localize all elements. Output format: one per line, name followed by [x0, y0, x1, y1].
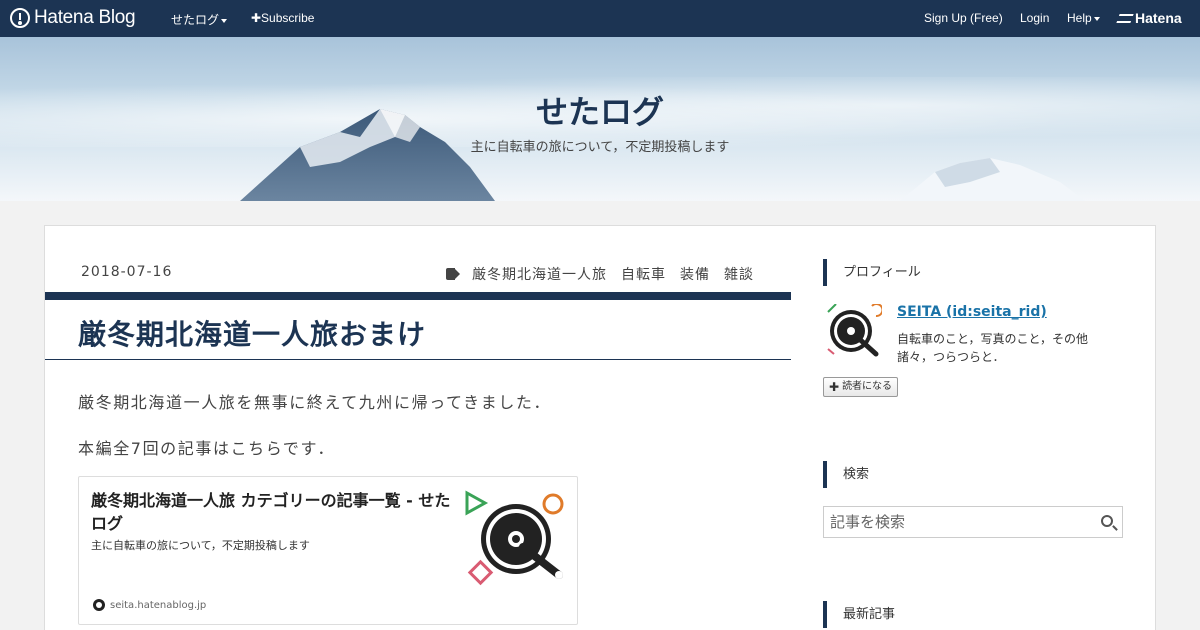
search-heading: 検索 [823, 461, 869, 488]
article-paragraph: 本編全7回の記事はこちらです． [78, 439, 336, 458]
follow-button-label: 読者になる [842, 381, 893, 392]
profile-heading: プロフィール [823, 259, 921, 286]
help-label: Help [1067, 11, 1092, 25]
help-dropdown[interactable]: Help [1067, 11, 1100, 25]
subscribe-button[interactable]: ✚Subscribe [251, 11, 314, 25]
embed-site-label: seita.hatenablog.jp [110, 599, 207, 611]
article-date[interactable]: 2018-07-16 [81, 264, 172, 280]
search-input[interactable] [830, 513, 1090, 531]
chevron-down-icon [221, 18, 228, 23]
article: 2018-07-16 厳冬期北海道一人旅 自転車 装備 雑談 厳冬期北海道一人旅… [44, 225, 792, 630]
embed-title[interactable]: 厳冬期北海道一人旅 カテゴリーの記事一覧 - せたログ [91, 489, 461, 535]
profile-name-link[interactable]: SEITA (id:seita_rid) [897, 304, 1047, 320]
plus-icon: ✚ [829, 380, 840, 394]
blog-menu-dropdown[interactable]: せたログ [171, 11, 228, 28]
blog-menu-label: せたログ [171, 13, 220, 27]
hatena-blog-logo-icon [10, 8, 30, 28]
signup-link[interactable]: Sign Up (Free) [924, 11, 1003, 25]
chevron-down-icon [1093, 16, 1100, 21]
category-link[interactable]: 雑談 [724, 264, 754, 284]
embed-site[interactable]: seita.hatenablog.jp [91, 597, 206, 613]
recent-posts-heading: 最新記事 [823, 601, 895, 628]
hatena-logo[interactable]: Hatena [1116, 10, 1182, 26]
hatena-logo-text: Hatena [1135, 10, 1182, 26]
article-paragraph: 厳冬期北海道一人旅を無事に終えて九州に帰ってきました． [78, 393, 552, 412]
category-link[interactable]: 装備 [680, 264, 710, 284]
avatar[interactable] [824, 304, 882, 362]
follow-button[interactable]: ✚ 読者になる [823, 377, 899, 397]
hatena-logo-icon [1116, 13, 1134, 23]
global-header: Hatena Blog せたログ ✚Subscribe Sign Up (Fre… [0, 0, 1200, 37]
site-favicon-icon [93, 599, 105, 611]
title-top-rule [45, 292, 791, 300]
blog-title[interactable]: せたログ [0, 87, 1200, 133]
embed-card[interactable]: 厳冬期北海道一人旅 カテゴリーの記事一覧 - せたログ 主に自転車の旅について，… [78, 476, 578, 625]
profile-description: 自転車のこと，写真のこと，その他諸々，つらつらと． [897, 332, 1089, 364]
embed-description: 主に自転車の旅について，不定期投稿します [91, 539, 310, 552]
blog-header: せたログ 主に自転車の旅について，不定期投稿します [0, 37, 1200, 201]
title-bottom-rule [45, 359, 791, 360]
tag-icon [446, 268, 460, 280]
crankset-thumbnail[interactable] [461, 487, 571, 597]
sidebar: プロフィール SEITA (id:seita_rid) 自転車のこと，写真のこと… [791, 225, 1156, 630]
hatena-blog-logo-text: Hatena Blog [34, 7, 136, 28]
category-link[interactable]: 厳冬期北海道一人旅 [472, 264, 607, 284]
article-title[interactable]: 厳冬期北海道一人旅おまけ [78, 313, 426, 353]
search-box [823, 506, 1123, 538]
login-link[interactable]: Login [1020, 11, 1049, 25]
hatena-blog-logo[interactable]: Hatena Blog [10, 7, 136, 29]
search-icon[interactable] [1101, 515, 1113, 527]
article-categories: 厳冬期北海道一人旅 自転車 装備 雑談 [446, 264, 754, 284]
category-link[interactable]: 自転車 [621, 264, 666, 284]
blog-description: 主に自転車の旅について，不定期投稿します [470, 140, 730, 155]
